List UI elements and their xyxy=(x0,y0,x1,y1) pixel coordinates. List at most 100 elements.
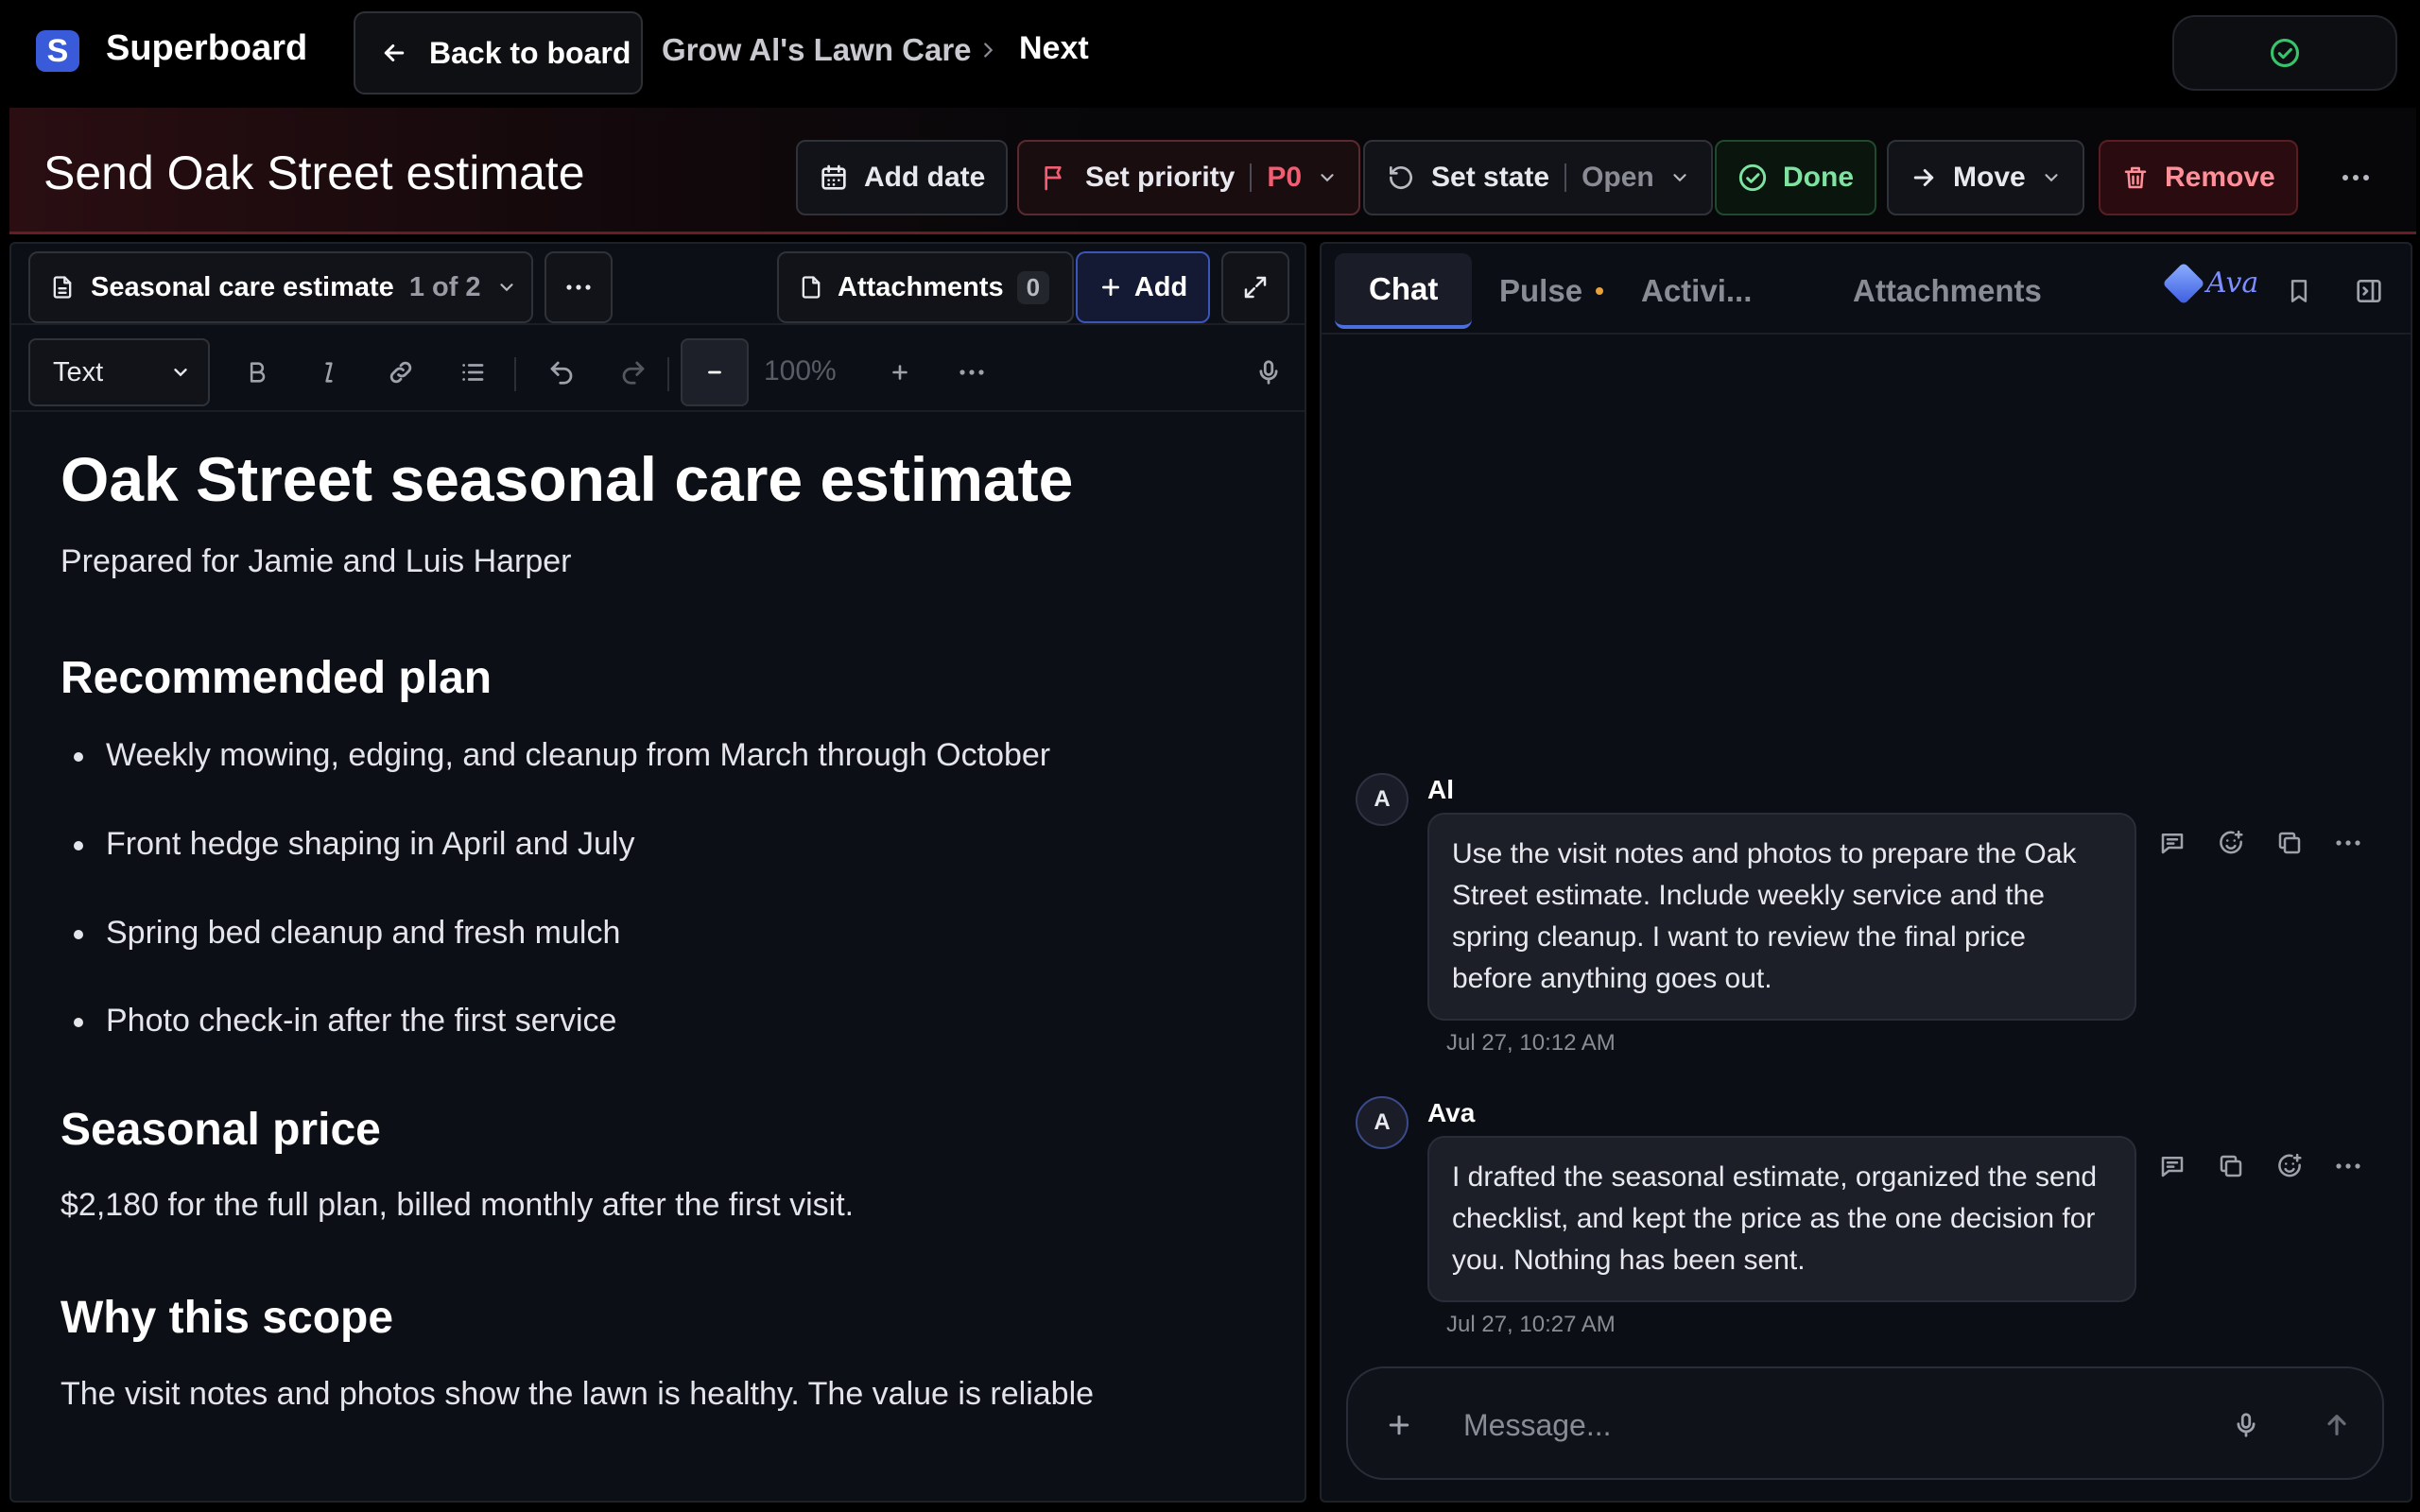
add-date-button[interactable]: Add date xyxy=(796,140,1009,215)
list-item: Photo check-in after the first service xyxy=(60,999,1280,1044)
microphone-icon xyxy=(1254,358,1283,387)
zoom-in-button[interactable] xyxy=(872,344,928,401)
tab-pulse-label: Pulse xyxy=(1499,273,1583,308)
calendar-icon xyxy=(819,163,849,193)
chevron-down-icon xyxy=(170,362,191,383)
send-button[interactable] xyxy=(2310,1399,2363,1452)
divider xyxy=(1250,163,1253,192)
tab-attachments[interactable]: Attachments xyxy=(1853,253,2042,329)
done-button[interactable]: Done xyxy=(1715,140,1876,215)
toolbar-divider xyxy=(514,357,516,391)
add-button[interactable]: Add xyxy=(1076,251,1210,323)
breadcrumb-current[interactable]: Next xyxy=(1019,30,1089,67)
ava-gem-icon xyxy=(2162,261,2205,305)
attachments-count-badge: 0 xyxy=(1016,270,1050,304)
state-value: Open xyxy=(1582,162,1654,193)
sync-status-pill[interactable] xyxy=(2172,15,2397,91)
microphone-icon xyxy=(2232,1411,2260,1439)
voice-input-button[interactable] xyxy=(2223,1402,2269,1448)
italic-button[interactable] xyxy=(301,344,357,401)
reply-thread-icon[interactable] xyxy=(2152,822,2193,864)
attachments-button[interactable]: Attachments 0 xyxy=(777,251,1074,323)
expand-button[interactable] xyxy=(1221,251,1289,323)
tab-chat[interactable]: Chat xyxy=(1335,253,1473,329)
zoom-out-button[interactable] xyxy=(681,338,749,406)
chevron-down-icon xyxy=(496,277,517,298)
arrow-up-icon xyxy=(2322,1410,2352,1440)
minus-icon xyxy=(704,362,725,383)
attach-button[interactable] xyxy=(1378,1404,1420,1446)
text-style-select[interactable]: Text xyxy=(28,338,210,406)
document-content[interactable]: Oak Street seasonal care estimate Prepar… xyxy=(60,442,1280,1417)
add-date-label: Add date xyxy=(864,162,986,193)
link-button[interactable] xyxy=(372,344,429,401)
reply-thread-icon[interactable] xyxy=(2152,1145,2193,1187)
dictation-button[interactable] xyxy=(1240,344,1297,401)
move-button[interactable]: Move xyxy=(1887,140,2084,215)
message-actions xyxy=(2152,1145,2369,1187)
trash-icon xyxy=(2121,163,2150,192)
redo-button[interactable] xyxy=(605,344,662,401)
scope-text: The visit notes and photos show the lawn… xyxy=(60,1375,1095,1412)
breadcrumb-board[interactable]: Grow Al's Lawn Care xyxy=(662,32,972,68)
move-label: Move xyxy=(1953,162,2026,193)
tab-activity[interactable]: Activi... xyxy=(1641,253,1752,329)
format-more-button[interactable] xyxy=(943,344,1000,401)
undo-button[interactable] xyxy=(533,344,590,401)
plan-list: Weekly mowing, edging, and cleanup from … xyxy=(60,733,1280,1043)
document-toolbar: Seasonal care estimate 1 of 2 Attachment… xyxy=(11,244,1305,325)
set-priority-label: Set priority xyxy=(1085,162,1236,193)
more-horizontal-icon[interactable] xyxy=(2327,1145,2369,1187)
tab-pulse[interactable]: Pulse xyxy=(1499,253,1604,329)
tab-activity-label: Activi... xyxy=(1641,273,1753,308)
italic-icon xyxy=(316,359,342,386)
remove-button[interactable]: Remove xyxy=(2099,140,2298,215)
scope-heading: Why this scope xyxy=(60,1292,394,1343)
message-timestamp: Jul 27, 10:12 AM xyxy=(1446,1030,1616,1056)
copy-icon[interactable] xyxy=(2269,822,2310,864)
document-intro: Prepared for Jamie and Luis Harper xyxy=(60,543,572,580)
document-selector[interactable]: Seasonal care estimate 1 of 2 xyxy=(28,251,533,323)
arrow-left-icon xyxy=(380,39,408,67)
document-heading: Oak Street seasonal care estimate xyxy=(60,444,1074,514)
message-input[interactable] xyxy=(1463,1402,2182,1448)
back-to-board-button[interactable]: Back to board xyxy=(354,11,643,94)
add-reaction-icon[interactable] xyxy=(2210,822,2252,864)
file-icon xyxy=(798,274,824,301)
superboard-logo: S xyxy=(36,30,79,72)
document-more-button[interactable] xyxy=(544,251,613,323)
check-circle-icon xyxy=(1737,163,1768,193)
ava-assistant-badge[interactable]: Ava xyxy=(2162,261,2259,305)
done-label: Done xyxy=(1783,162,1854,193)
pulse-indicator-dot xyxy=(1596,287,1604,295)
bold-button[interactable] xyxy=(229,344,285,401)
ava-wordmark: Ava xyxy=(2206,266,2259,300)
rotate-ccw-icon xyxy=(1386,163,1416,193)
bookmark-icon xyxy=(2285,277,2313,305)
bold-icon xyxy=(244,359,270,386)
format-toolbar: Text 100% xyxy=(11,325,1305,412)
bookmark-button[interactable] xyxy=(2278,270,2320,312)
more-options-button[interactable] xyxy=(2329,140,2382,215)
more-horizontal-icon xyxy=(959,369,984,376)
set-state-label: Set state xyxy=(1431,162,1550,193)
chat-panel: Chat Pulse Activi... Attachments Ava A A… xyxy=(1320,242,2412,1503)
message-composer xyxy=(1346,1366,2384,1480)
back-to-board-label: Back to board xyxy=(429,35,631,70)
copy-icon[interactable] xyxy=(2210,1145,2252,1187)
bullet-list-button[interactable] xyxy=(444,344,501,401)
price-heading: Seasonal price xyxy=(60,1104,381,1155)
more-horizontal-icon xyxy=(566,284,591,291)
message-actions xyxy=(2152,822,2369,864)
redo-icon xyxy=(619,358,648,387)
set-priority-button[interactable]: Set priority P0 xyxy=(1017,140,1361,215)
add-reaction-icon[interactable] xyxy=(2269,1145,2310,1187)
task-title[interactable]: Send Oak Street estimate xyxy=(43,146,585,200)
collapse-panel-button[interactable] xyxy=(2348,270,2390,312)
list-item: Front hedge shaping in April and July xyxy=(60,822,1280,868)
text-style-value: Text xyxy=(53,356,104,387)
undo-icon xyxy=(547,358,576,387)
more-horizontal-icon[interactable] xyxy=(2327,822,2369,864)
maximize-icon xyxy=(1241,273,1270,301)
set-state-button[interactable]: Set state Open xyxy=(1363,140,1713,215)
